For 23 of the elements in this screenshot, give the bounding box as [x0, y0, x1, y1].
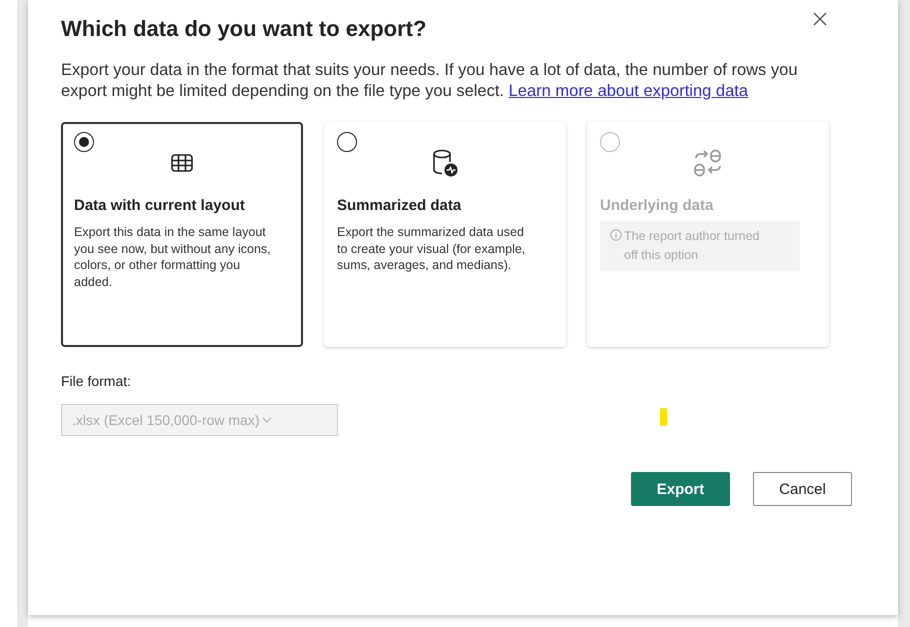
radio-button[interactable] [337, 132, 357, 152]
database-chart-icon [432, 149, 458, 177]
close-icon[interactable] [813, 12, 827, 26]
file-format-label: File format: [61, 373, 132, 389]
highlight-mark [660, 408, 667, 426]
description-text: Export your data in the format that suits your needs. If you have a lot of data, the number of rows you export might be limited depending on the file type you select. Learn more about exporting data [61, 60, 798, 102]
export-button[interactable]: Export [631, 472, 730, 506]
option-title: Summarized data [337, 197, 462, 214]
chevron-down-icon [262, 417, 272, 423]
option-description: Export this data in the same layout you see now, but without any icons, colors, or other formatting you added. [74, 224, 272, 290]
option-description: Export the summarized data used to create your visual (for example, sums, averages, and medians). [337, 224, 526, 274]
option-title: Data with current layout [74, 197, 246, 214]
dialog-title: Which data do you want to export? [61, 16, 426, 42]
export-option-card[interactable]: Summarized data Export the summarized data used to create your visual (for example, sums, averages, and medians). [324, 122, 566, 347]
export-option-card[interactable]: Data with current layout Export this data in the same layout you see now, but without any icons, colors, or other formatting you added. [61, 122, 303, 347]
database-swap-icon [693, 149, 723, 177]
notice-text: The report author turned off this option [624, 228, 760, 264]
table-icon [170, 151, 194, 175]
cancel-button[interactable]: Cancel [753, 472, 852, 506]
radio-button[interactable] [74, 132, 94, 152]
learn-more-link[interactable]: Learn more about exporting data [508, 82, 748, 100]
info-icon [610, 229, 622, 241]
option-title: Underlying data [600, 197, 714, 214]
